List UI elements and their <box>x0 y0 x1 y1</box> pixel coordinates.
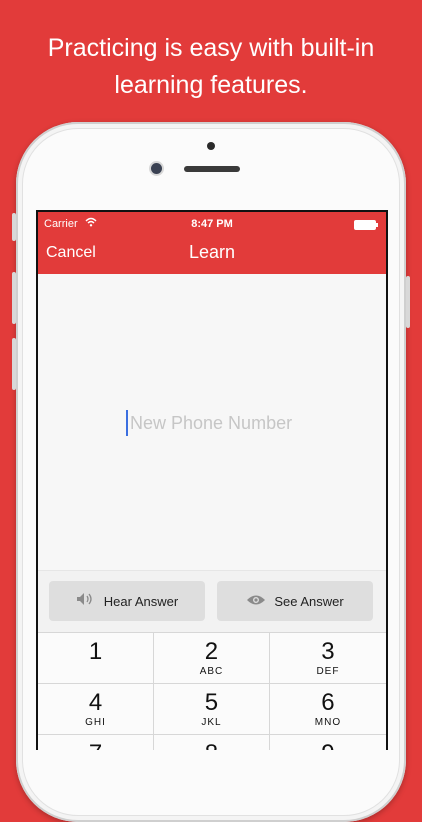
promo-headline-line2: learning features. <box>114 71 308 99</box>
key-digit: 7 <box>38 741 153 751</box>
phone-number-input[interactable] <box>126 410 370 436</box>
key-letters: JKL <box>201 717 222 728</box>
eye-icon <box>246 593 266 610</box>
answer-toolbar: Hear Answer See Answer <box>38 570 386 633</box>
key-digit: 1 <box>88 638 103 665</box>
key-letters: ABC <box>199 666 224 677</box>
speaker-icon <box>76 592 96 610</box>
status-time: 8:47 PM <box>191 218 233 230</box>
key-3[interactable]: 3 DEF <box>270 633 386 683</box>
key-digit: 8 <box>154 741 269 751</box>
volume-button <box>12 338 16 390</box>
volume-button <box>12 272 16 324</box>
key-digit: 4 <box>88 689 103 716</box>
key-8[interactable]: 8 <box>154 735 270 750</box>
earpiece-speaker <box>184 166 240 172</box>
promo-headline: Practicing is easy with built-in learnin… <box>0 30 422 104</box>
key-5[interactable]: 5 JKL <box>154 684 270 734</box>
key-digit: 6 <box>321 689 335 716</box>
key-2[interactable]: 2 ABC <box>154 633 270 683</box>
key-digit: 9 <box>270 741 386 751</box>
key-7[interactable]: 7 <box>38 735 154 750</box>
proximity-sensor <box>207 142 215 150</box>
key-digit: 3 <box>321 638 335 665</box>
key-letters: MNO <box>314 717 342 728</box>
see-answer-label: See Answer <box>274 593 344 609</box>
numeric-keypad: 1 2 ABC 3 DEF 4 GHI 5 JKL 6 MNO <box>38 632 386 750</box>
volume-button <box>12 213 16 241</box>
hear-answer-label: Hear Answer <box>103 593 179 609</box>
status-bar: Carrier 8:47 PM <box>38 217 386 234</box>
page-title: Learn <box>188 242 236 262</box>
key-digit: 2 <box>204 638 219 665</box>
see-answer-button[interactable]: See Answer <box>217 581 373 621</box>
key-1[interactable]: 1 <box>38 633 154 683</box>
camera-icon <box>151 163 162 174</box>
keypad-row: 7 8 9 <box>38 735 386 750</box>
keypad-row: 1 2 ABC 3 DEF <box>38 633 386 684</box>
key-6[interactable]: 6 MNO <box>270 684 386 734</box>
key-9[interactable]: 9 <box>270 735 386 751</box>
key-letters: GHI <box>85 717 106 728</box>
key-letters: DEF <box>316 666 340 677</box>
main-content <box>38 274 386 570</box>
hear-answer-button[interactable]: Hear Answer <box>49 581 205 621</box>
keypad-row: 4 GHI 5 JKL 6 MNO <box>38 684 386 735</box>
power-button <box>406 276 410 328</box>
key-4[interactable]: 4 GHI <box>38 684 154 734</box>
navigation-bar: Carrier 8:47 PM Cancel Learn <box>38 212 386 274</box>
phone-screen: Carrier 8:47 PM Cancel Learn New Phone N… <box>36 210 388 750</box>
promo-headline-line1: Practicing is easy with built-in <box>47 34 375 62</box>
battery-icon <box>354 220 378 230</box>
key-digit: 5 <box>204 689 219 716</box>
